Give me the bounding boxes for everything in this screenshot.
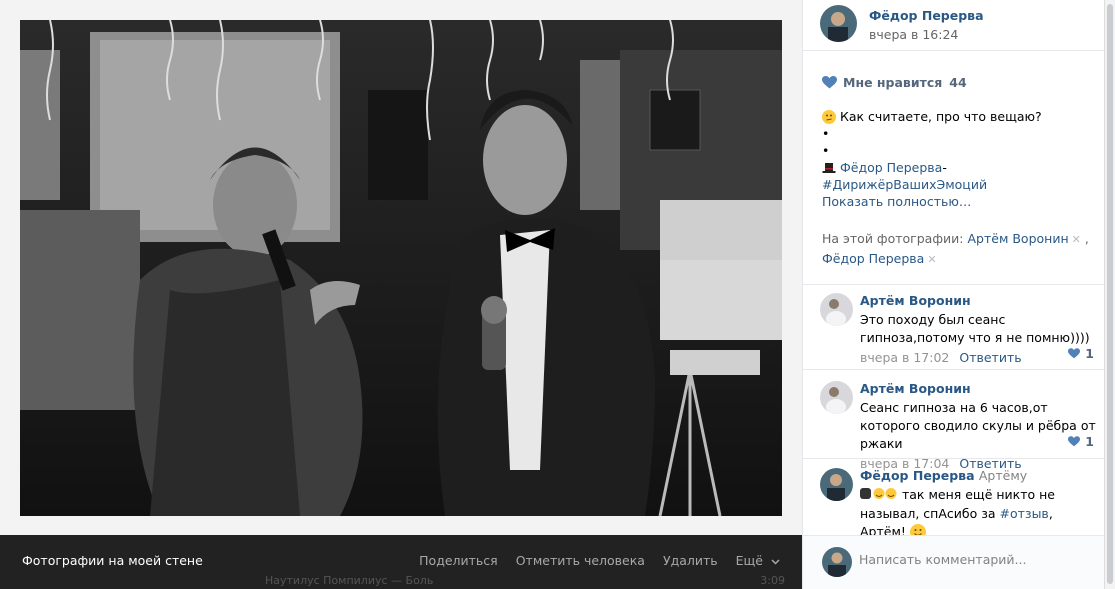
post-text-line: Как считаете, про что вещаю? xyxy=(840,109,1042,124)
heart-icon xyxy=(822,76,837,89)
like-count: 44 xyxy=(949,75,967,90)
top-hat-emoji-icon xyxy=(822,161,836,175)
signature-dash: - xyxy=(942,160,947,175)
avatar[interactable] xyxy=(820,468,853,501)
comment-time[interactable]: вчера в 17:02 xyxy=(860,350,949,365)
photo-tags: На этой фотографии: Артём Воронин ✕ , Фёд… xyxy=(822,229,1102,269)
remove-tag-icon[interactable]: ✕ xyxy=(927,253,936,266)
comment-text: Это походу был сеанс гипноза,потому что … xyxy=(860,312,1090,345)
more-button[interactable]: Ещё xyxy=(736,553,780,568)
heart-icon xyxy=(1068,436,1081,447)
audio-duration: 3:09 xyxy=(760,574,785,587)
author-name-link[interactable]: Фёдор Перерва xyxy=(869,8,984,23)
avatar[interactable] xyxy=(820,293,853,326)
more-label: Ещё xyxy=(735,553,764,568)
signature-link[interactable]: Фёдор Перерва xyxy=(840,159,942,176)
thinking-emoji-icon xyxy=(822,109,836,124)
reply-button[interactable]: Ответить xyxy=(959,350,1021,365)
tag-separator: , xyxy=(1080,231,1089,246)
delete-button[interactable]: Удалить xyxy=(663,553,718,568)
tag-link-1[interactable]: Артём Воронин xyxy=(967,231,1068,246)
scrollbar[interactable] xyxy=(1104,0,1115,589)
comment-author-link[interactable]: Фёдор Перерва xyxy=(860,468,975,483)
photo-actions: Поделиться Отметить человека Удалить Ещё xyxy=(419,553,780,568)
chevron-down-icon xyxy=(771,558,780,565)
avatar xyxy=(822,547,852,577)
photo-viewer: Фотографии на моей стене Поделиться Отме… xyxy=(0,0,802,589)
emoji-group-icon xyxy=(860,487,898,505)
audio-title: Наутилус Помпилиус — Боль xyxy=(265,574,434,587)
post-time[interactable]: вчера в 16:24 xyxy=(869,27,984,42)
tag-link-2[interactable]: Фёдор Перерва xyxy=(822,251,924,266)
avatar[interactable] xyxy=(820,5,857,42)
heart-icon xyxy=(1068,348,1081,359)
comment-input[interactable] xyxy=(859,552,1089,567)
comment-author-link[interactable]: Артём Воронин xyxy=(860,293,1100,308)
like-label: Мне нравится xyxy=(843,75,943,90)
post-description: Как считаете, про что вещаю? • • Фёдор П… xyxy=(822,108,1092,210)
photo[interactable] xyxy=(20,20,782,516)
post-author: Фёдор Перерва вчера в 16:24 xyxy=(803,0,1104,51)
scrollbar-thumb[interactable] xyxy=(1107,4,1113,584)
comment-text: Сеанс гипноза на 6 часов,от которого сво… xyxy=(860,400,1096,451)
divider xyxy=(803,458,1104,459)
remove-tag-icon[interactable]: ✕ xyxy=(1072,233,1081,246)
background-audio-strip: Наутилус Помпилиус — Боль 3:09 xyxy=(265,574,785,589)
hashtag-link[interactable]: #ДирижёрВашихЭмоций xyxy=(822,176,987,193)
show-more-link[interactable]: Показать полностью… xyxy=(822,193,971,210)
divider xyxy=(803,369,1104,370)
comment-like-button[interactable]: 1 xyxy=(1068,346,1094,361)
share-button[interactable]: Поделиться xyxy=(419,553,498,568)
hashtag-link[interactable]: #отзыв xyxy=(1000,506,1049,521)
avatar[interactable] xyxy=(820,381,853,414)
photo-sidebar: Фёдор Перерва вчера в 16:24 Мне нравится… xyxy=(802,0,1104,589)
comment-text: так меня ещё никто не называл, спАсибо з… xyxy=(860,486,1100,541)
comment-like-count: 1 xyxy=(1085,434,1094,449)
comment-like-button[interactable]: 1 xyxy=(1068,434,1094,449)
bullet: • xyxy=(822,126,830,141)
tags-label: На этой фотографии: xyxy=(822,231,964,246)
bullet: • xyxy=(822,143,830,158)
comment-author-link[interactable]: Артём Воронин xyxy=(860,381,1100,396)
tag-person-button[interactable]: Отметить человека xyxy=(516,553,645,568)
album-title-link[interactable]: Фотографии на моей стене xyxy=(22,553,203,568)
comment-composer xyxy=(803,535,1104,589)
reply-to-link[interactable]: Артёму xyxy=(979,468,1027,483)
like-button[interactable]: Мне нравится 44 xyxy=(822,75,967,90)
comment-like-count: 1 xyxy=(1085,346,1094,361)
divider xyxy=(803,284,1104,285)
